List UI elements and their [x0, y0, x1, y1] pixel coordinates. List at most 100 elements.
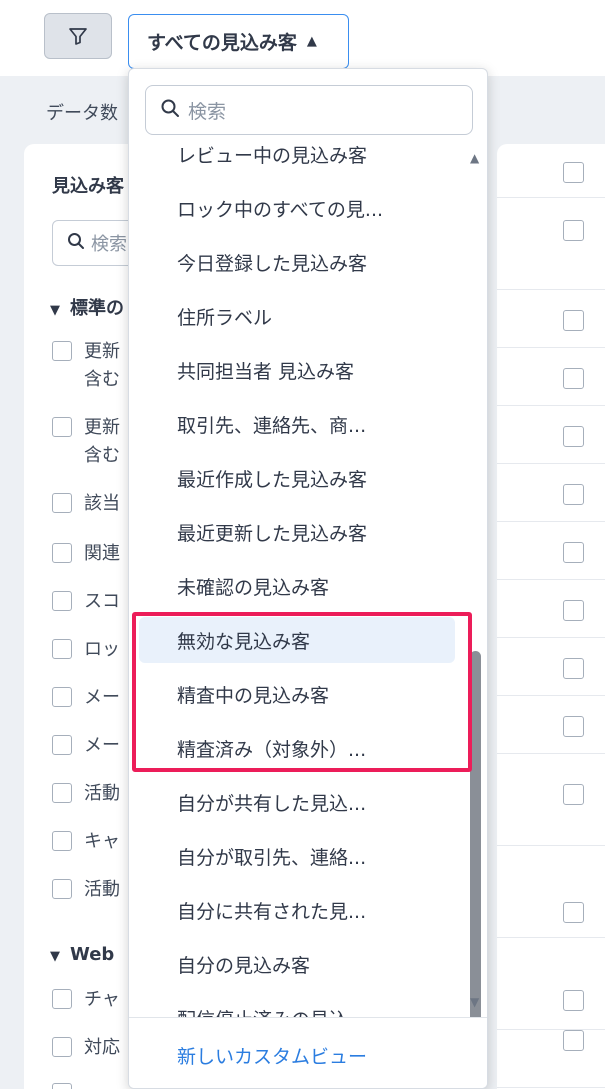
filter-option-label-suffix: 含む	[84, 369, 120, 390]
checkbox[interactable]	[52, 639, 72, 659]
new-custom-view-link[interactable]: 新しいカスタムビュー	[177, 1042, 367, 1069]
view-option[interactable]: 配信停止済みの見込	[139, 995, 455, 1018]
section-standard-toggle[interactable]: ▼ 標準の	[50, 294, 124, 320]
table-row	[497, 198, 605, 290]
view-option[interactable]: 最近作成した見込み客	[139, 455, 455, 501]
section-web-toggle[interactable]: ▼ Web	[50, 944, 114, 965]
table-row	[497, 938, 605, 1030]
section-standard-label: 標準の	[70, 298, 124, 319]
view-option[interactable]: 共同担当者 見込み客	[139, 347, 455, 393]
checkbox[interactable]	[52, 543, 72, 563]
scroll-down-arrow-icon[interactable]: ▼	[470, 995, 479, 1009]
checkbox[interactable]	[52, 687, 72, 707]
table-row	[497, 464, 605, 522]
filter-option[interactable]: 関連	[52, 540, 120, 568]
view-search-input[interactable]: 検索	[145, 85, 473, 135]
row-checkbox[interactable]	[563, 658, 584, 679]
row-checkbox[interactable]	[563, 310, 584, 331]
row-checkbox[interactable]	[563, 784, 584, 805]
records-list-panel	[497, 144, 605, 1089]
filter-option[interactable]: 活動	[52, 876, 120, 904]
row-checkbox[interactable]	[563, 368, 584, 389]
view-dropdown-menu: 検索 レビュー中の見込み客 ロック中のすべての見... 今日登録した見込み客 住…	[128, 68, 488, 1089]
triangle-down-icon: ▼	[50, 303, 60, 318]
filter-panel: 見込み客 検索 ▼ 標準の 更新 含む 更新 含む 該当 関連 スコ ロッ メー メー	[24, 144, 144, 1089]
view-option[interactable]: レビュー中の見込み客	[139, 139, 455, 177]
view-list: レビュー中の見込み客 ロック中のすべての見... 今日登録した見込み客 住所ラベ…	[129, 139, 487, 1018]
row-checkbox[interactable]	[563, 1030, 584, 1051]
filter-option-label: 対応	[84, 1037, 120, 1058]
checkbox[interactable]	[52, 831, 72, 851]
filter-option-label: 該当	[84, 493, 120, 514]
table-row	[497, 754, 605, 846]
scroll-up-arrow-icon[interactable]: ▲	[470, 151, 479, 165]
filter-option[interactable]: チャ	[52, 986, 120, 1014]
filter-option-label: メー	[84, 735, 120, 756]
scrollbar-thumb[interactable]	[470, 651, 481, 1047]
view-option[interactable]: 取引先、連絡先、商...	[139, 401, 455, 447]
view-option[interactable]: ロック中のすべての見...	[139, 185, 455, 231]
filter-option[interactable]	[52, 1080, 84, 1089]
filter-panel-title: 見込み客	[52, 176, 124, 197]
filter-option-label-suffix: 含む	[84, 445, 120, 466]
checkbox[interactable]	[52, 1037, 72, 1057]
view-option[interactable]: 自分に共有された見...	[139, 887, 455, 933]
filter-option[interactable]: 該当	[52, 490, 120, 518]
row-checkbox[interactable]	[563, 426, 584, 447]
checkbox[interactable]	[52, 417, 72, 437]
filter-button[interactable]	[44, 13, 112, 59]
table-row	[497, 1030, 605, 1088]
view-option[interactable]: 未確認の見込み客	[139, 563, 455, 609]
dropdown-scrollbar[interactable]: ▲ ▼	[469, 147, 485, 1047]
search-icon	[67, 232, 85, 255]
row-checkbox[interactable]	[563, 484, 584, 505]
dropdown-footer: 新しいカスタムビュー	[129, 1017, 487, 1088]
filter-option[interactable]: スコ	[52, 588, 120, 616]
filter-option[interactable]: 更新 含む	[52, 338, 120, 394]
checkbox[interactable]	[52, 783, 72, 803]
checkbox[interactable]	[52, 735, 72, 755]
view-option[interactable]: 自分が共有した見込...	[139, 779, 455, 825]
view-option[interactable]: 自分の見込み客	[139, 941, 455, 987]
table-row	[497, 580, 605, 638]
checkbox[interactable]	[52, 341, 72, 361]
view-option[interactable]: 今日登録した見込み客	[139, 239, 455, 285]
row-checkbox[interactable]	[563, 990, 584, 1011]
row-checkbox[interactable]	[563, 716, 584, 737]
checkbox[interactable]	[52, 1083, 72, 1089]
checkbox[interactable]	[52, 879, 72, 899]
checkbox[interactable]	[52, 493, 72, 513]
row-checkbox[interactable]	[563, 220, 584, 241]
row-checkbox[interactable]	[563, 902, 584, 923]
view-option[interactable]: 最近更新した見込み客	[139, 509, 455, 555]
view-option[interactable]: 自分が取引先、連絡...	[139, 833, 455, 879]
filter-option-label: スコ	[84, 591, 120, 612]
checkbox[interactable]	[52, 591, 72, 611]
filter-option[interactable]: メー	[52, 732, 120, 760]
row-checkbox[interactable]	[563, 600, 584, 621]
table-header-row	[497, 144, 605, 198]
table-row	[497, 846, 605, 938]
view-option[interactable]: 精査済み（対象外）...	[139, 725, 455, 771]
filter-option[interactable]: 更新 含む	[52, 414, 120, 470]
filter-option-label: 活動	[84, 783, 120, 804]
select-all-checkbox[interactable]	[563, 162, 584, 183]
section-web-label: Web	[70, 944, 115, 965]
table-row	[497, 696, 605, 754]
filter-option[interactable]: メー	[52, 684, 120, 712]
filter-option-label: ロッ	[84, 639, 120, 660]
table-row	[497, 348, 605, 406]
filter-option-label: 更新	[84, 341, 120, 362]
filter-option[interactable]: ロッ	[52, 636, 120, 664]
view-option[interactable]: 精査中の見込み客	[139, 671, 455, 717]
filter-option-label: メー	[84, 687, 120, 708]
row-checkbox[interactable]	[563, 542, 584, 563]
view-option-highlighted[interactable]: 無効な見込み客	[139, 617, 455, 663]
view-selector-button[interactable]: すべての見込み客 ▲	[128, 14, 349, 69]
filter-option-label: 更新	[84, 417, 120, 438]
filter-option[interactable]: 活動	[52, 780, 120, 808]
filter-option[interactable]: 対応	[52, 1034, 120, 1062]
checkbox[interactable]	[52, 989, 72, 1009]
view-option[interactable]: 住所ラベル	[139, 293, 455, 339]
filter-option[interactable]: キャ	[52, 828, 120, 856]
